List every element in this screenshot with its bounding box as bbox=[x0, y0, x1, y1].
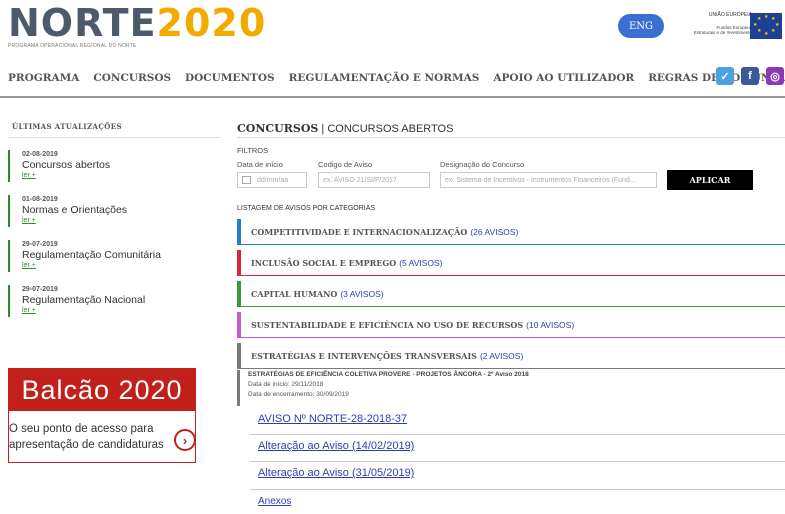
balcao-2020-banner[interactable]: Balcão 2020 O seu ponto de acesso para a… bbox=[8, 368, 196, 463]
category-name: CAPITAL HUMANO bbox=[251, 288, 338, 299]
name-input[interactable]: ex. Sistema de Incentivos - Instrumentos… bbox=[440, 172, 657, 188]
update-title[interactable]: Concursos abertos bbox=[22, 159, 110, 172]
date-filter-label: Data de início bbox=[237, 160, 283, 169]
sidebar-divider bbox=[8, 137, 221, 138]
category-inclusao[interactable]: INCLUSÃO SOCIAL E EMPREGO (5 AVISOS) bbox=[237, 250, 785, 276]
balcao-line1: O seu ponto de acesso para bbox=[9, 423, 154, 435]
balcao-line2: apresentação de candidaturas bbox=[9, 439, 164, 451]
name-filter-label: Designação do Concurso bbox=[440, 160, 525, 169]
logo-year: 2020 bbox=[156, 1, 267, 45]
category-count: (10 AVISOS) bbox=[526, 319, 575, 330]
nav-concursos[interactable]: CONCURSOS bbox=[93, 72, 171, 84]
logo-word: NORTE bbox=[8, 1, 157, 45]
update-item: 29-07-2019 Regulamentação Nacional ler + bbox=[8, 285, 145, 317]
update-title[interactable]: Regulamentação Comunitária bbox=[22, 249, 161, 262]
link-divider bbox=[250, 489, 785, 490]
nav-programa[interactable]: PROGRAMA bbox=[8, 72, 79, 84]
code-input-placeholder: ex. AVISO 21/SI/F/2017 bbox=[323, 176, 397, 184]
update-date: 02-08-2019 bbox=[22, 151, 58, 158]
name-input-placeholder: ex. Sistema de Incentivos - Instrumentos… bbox=[445, 176, 636, 184]
notice-start-date: Data de início: 29/11/2018 bbox=[248, 381, 324, 388]
facebook-icon[interactable]: f bbox=[741, 67, 759, 85]
link-divider bbox=[250, 434, 785, 435]
filters-label: FILTROS bbox=[237, 146, 269, 155]
date-input[interactable]: dd/mm/aa bbox=[237, 172, 307, 188]
date-input-placeholder: dd/mm/aa bbox=[257, 176, 289, 184]
amendment-link[interactable]: Alteração ao Aviso (14/02/2019) bbox=[258, 440, 414, 452]
update-date: 01-08-2019 bbox=[22, 196, 58, 203]
code-filter-label: Codigo de Aviso bbox=[318, 160, 373, 169]
category-count: (5 AVISOS) bbox=[399, 257, 443, 268]
update-read-more[interactable]: ler + bbox=[22, 307, 145, 315]
category-name: COMPETITIVIDADE E INTERNACIONALIZAÇÃO bbox=[251, 226, 468, 237]
code-input[interactable]: ex. AVISO 21/SI/F/2017 bbox=[318, 172, 430, 188]
balcao-title: Balcão 2020 bbox=[9, 369, 195, 411]
eu-funds-label: UNIÃO EUROPEIA Fundos Europeus Estrutura… bbox=[678, 12, 752, 42]
arrow-right-icon[interactable]: › bbox=[174, 429, 196, 451]
update-date: 29-07-2019 bbox=[22, 241, 58, 248]
eu-label-line3: Estruturais e de Investimento bbox=[693, 30, 752, 35]
list-title: LISTAGEM DE AVISOS POR CATEGORIAS bbox=[237, 205, 376, 212]
instagram-icon[interactable]: ◎ bbox=[766, 67, 784, 85]
category-count: (3 AVISOS) bbox=[340, 288, 384, 299]
page-title-section: CONCURSOS bbox=[237, 122, 319, 135]
main-nav: PROGRAMA CONCURSOS DOCUMENTOS REGULAMENT… bbox=[8, 72, 785, 84]
language-button[interactable]: ENG bbox=[618, 14, 664, 38]
category-name: INCLUSÃO SOCIAL E EMPREGO bbox=[251, 257, 397, 268]
category-count: (2 AVISOS) bbox=[479, 350, 524, 361]
link-divider bbox=[250, 461, 785, 462]
notice-heading: ESTRATÉGIAS DE EFICIÊNCIA COLETIVA PROVE… bbox=[248, 371, 529, 378]
title-divider bbox=[237, 137, 785, 138]
apply-button[interactable]: APLICAR bbox=[667, 170, 753, 190]
update-item: 02-08-2019 Concursos abertos ler + bbox=[8, 150, 110, 182]
update-read-more[interactable]: ler + bbox=[22, 217, 127, 225]
amendment-link[interactable]: Alteração ao Aviso (31/05/2019) bbox=[258, 467, 414, 479]
category-capital-humano[interactable]: CAPITAL HUMANO (3 AVISOS) bbox=[237, 281, 785, 307]
update-date: 29-07-2019 bbox=[22, 286, 58, 293]
annexes-link[interactable]: Anexos bbox=[258, 496, 291, 507]
logo-wordmark: NORTE2020 bbox=[8, 4, 266, 42]
update-read-more[interactable]: ler + bbox=[22, 262, 161, 270]
balcao-text: O seu ponto de acesso para apresentação … bbox=[9, 421, 164, 453]
category-estrategias[interactable]: ESTRATÉGIAS E INTERVENÇÕES TRANSVERSAIS(… bbox=[237, 343, 785, 369]
update-title[interactable]: Normas e Orientações bbox=[22, 204, 127, 217]
nav-documentos[interactable]: DOCUMENTOS bbox=[185, 72, 275, 84]
page-title-sub: | CONCURSOS ABERTOS bbox=[318, 123, 454, 135]
update-title[interactable]: Regulamentação Nacional bbox=[22, 294, 145, 307]
category-sustentabilidade[interactable]: SUSTENTABILIDADE E EFICIÊNCIA NO USO DE … bbox=[237, 312, 785, 338]
notice-link[interactable]: AVISO Nº NORTE-28-2018-37 bbox=[258, 413, 407, 425]
eu-label-line1: UNIÃO EUROPEIA bbox=[708, 12, 752, 18]
nav-divider bbox=[0, 96, 785, 98]
sidebar-title: ÚLTIMAS ATUALIZAÇÕES bbox=[12, 122, 122, 131]
category-count: (26 AVISOS) bbox=[470, 226, 519, 237]
update-read-more[interactable]: ler + bbox=[22, 172, 110, 180]
update-item: 01-08-2019 Normas e Orientações ler + bbox=[8, 195, 127, 227]
nav-regulamentacao[interactable]: REGULAMENTAÇÃO E NORMAS bbox=[289, 72, 480, 84]
notice-end-date: Data de encerramento: 30/09/2019 bbox=[248, 391, 349, 398]
norte2020-logo[interactable]: NORTE2020 PROGRAMA OPERACIONAL REGIONAL … bbox=[8, 4, 266, 49]
calendar-icon bbox=[242, 176, 251, 184]
eu-flag-icon: ★ ★ ★ ★ ★ ★ ★ ★ bbox=[750, 13, 782, 39]
twitter-icon[interactable]: ✓ bbox=[716, 67, 734, 85]
page-title: CONCURSOS | CONCURSOS ABERTOS bbox=[237, 122, 453, 135]
notice-details: ESTRATÉGIAS DE EFICIÊNCIA COLETIVA PROVE… bbox=[237, 370, 529, 406]
update-item: 29-07-2019 Regulamentação Comunitária le… bbox=[8, 240, 161, 272]
nav-apoio[interactable]: APOIO AO UTILIZADOR bbox=[493, 72, 634, 84]
category-name: ESTRATÉGIAS E INTERVENÇÕES TRANSVERSAIS bbox=[251, 350, 477, 361]
category-competitividade[interactable]: COMPETITIVIDADE E INTERNACIONALIZAÇÃO (26… bbox=[237, 219, 785, 245]
category-name: SUSTENTABILIDADE E EFICIÊNCIA NO USO DE … bbox=[251, 319, 524, 330]
